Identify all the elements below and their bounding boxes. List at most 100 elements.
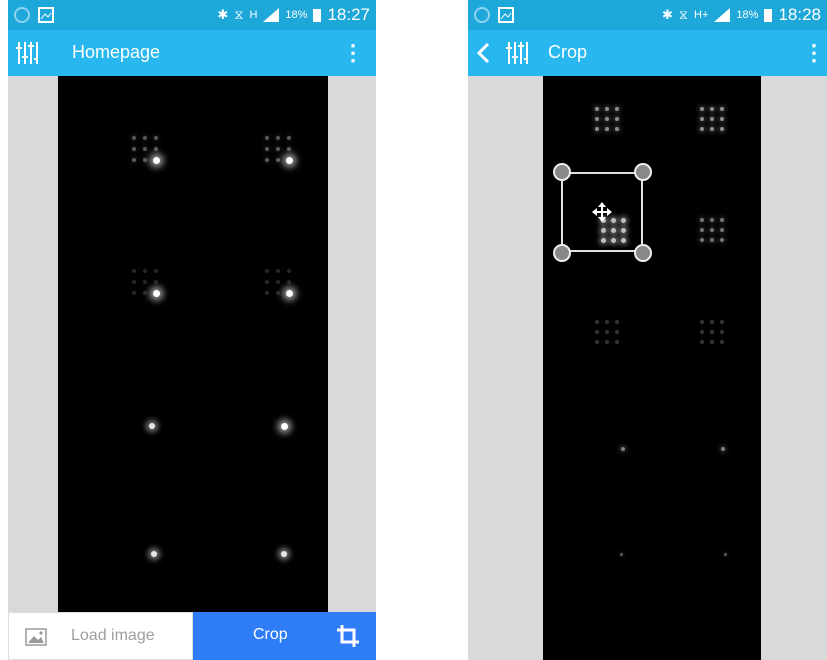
image-spot	[720, 117, 724, 121]
image-spot	[265, 269, 269, 273]
image-spot	[154, 147, 158, 151]
image-spot	[615, 340, 619, 344]
battery-icon	[313, 9, 322, 22]
battery-percent: 18%	[736, 9, 759, 21]
image-spot	[700, 107, 704, 111]
image-spot	[265, 136, 269, 140]
image-spot	[720, 340, 724, 344]
image-spot	[605, 320, 609, 324]
gallery-notification-icon	[498, 7, 514, 23]
image-spot	[700, 238, 704, 242]
image-spot	[152, 156, 160, 164]
network-type: H	[249, 9, 258, 21]
equalizer-icon[interactable]	[16, 41, 38, 65]
app-notification-icon	[474, 7, 490, 23]
image-spot	[276, 147, 280, 151]
image-spot	[154, 269, 158, 273]
image-spot	[710, 127, 714, 131]
image-spot	[143, 280, 147, 284]
gallery-notification-icon	[38, 7, 54, 23]
image-spot	[700, 127, 704, 131]
image-spot	[700, 117, 704, 121]
image-spot	[700, 218, 704, 222]
status-bar: ✱ ⧖ H+ 18% 18:28	[468, 0, 827, 30]
image-spot	[710, 330, 714, 334]
image-spot	[132, 158, 136, 162]
image-spot	[595, 340, 599, 344]
image-spot	[720, 127, 724, 131]
crop-screen: ✱ ⧖ H+ 18% 18:28 Crop ⋮	[468, 0, 827, 660]
image-spot	[132, 147, 136, 151]
crop-handle-bottom-left[interactable]	[553, 244, 571, 262]
status-bar: ✱ ⧖ H 18% 18:27	[8, 0, 376, 30]
image-spot	[280, 422, 288, 430]
image-viewer	[8, 76, 376, 660]
crop-button[interactable]: Crop	[193, 612, 376, 660]
image-spot	[619, 552, 623, 556]
more-vert-icon[interactable]: ⋮	[803, 40, 825, 66]
image-spot	[615, 320, 619, 324]
image-spot	[595, 107, 599, 111]
more-vert-icon[interactable]: ⋮	[342, 40, 364, 66]
image-spot	[700, 330, 704, 334]
image-spot	[285, 156, 293, 164]
image-spot	[700, 320, 704, 324]
image-spot	[605, 127, 609, 131]
image-spot	[721, 447, 725, 451]
image-spot	[287, 280, 291, 284]
image-spot	[710, 228, 714, 232]
image-spot	[276, 291, 280, 295]
image-spot	[154, 280, 158, 284]
signal-icon	[714, 8, 731, 22]
image-spot	[710, 107, 714, 111]
image-spot	[143, 269, 147, 273]
image-spot	[143, 147, 147, 151]
load-image-button[interactable]: Load image	[8, 612, 193, 660]
image-spot	[710, 218, 714, 222]
load-image-label: Load image	[71, 627, 155, 644]
image-spot	[720, 218, 724, 222]
image-spot	[276, 280, 280, 284]
app-toolbar: Crop ⋮	[468, 30, 827, 76]
bluetooth-icon: ✱	[217, 7, 229, 22]
image-spot	[287, 136, 291, 140]
crop-icon	[337, 625, 359, 647]
move-icon[interactable]	[592, 202, 612, 222]
image-spot	[132, 280, 136, 284]
image-spot	[710, 238, 714, 242]
image-spot	[132, 136, 136, 140]
loaded-image	[58, 76, 328, 660]
clock: 18:27	[327, 5, 370, 24]
app-toolbar: Homepage ⋮	[8, 30, 376, 76]
image-spot	[720, 330, 724, 334]
image-spot	[595, 127, 599, 131]
image-spot	[700, 340, 704, 344]
battery-percent: 18%	[285, 9, 308, 21]
equalizer-icon[interactable]	[506, 41, 528, 65]
image-spot	[154, 136, 158, 140]
image-spot	[265, 280, 269, 284]
image-spot	[605, 340, 609, 344]
image-spot	[287, 147, 291, 151]
image-icon	[25, 628, 47, 646]
image-spot	[595, 330, 599, 334]
homepage-screen: ✱ ⧖ H 18% 18:27 Homepage ⋮ Load image Cr…	[8, 0, 376, 660]
image-spot	[276, 136, 280, 140]
battery-icon	[764, 9, 773, 22]
image-spot	[615, 107, 619, 111]
mute-icon: ⧖	[678, 7, 689, 22]
mute-icon: ⧖	[234, 7, 244, 22]
bluetooth-icon: ✱	[662, 7, 673, 22]
image-spot	[605, 117, 609, 121]
crop-handle-top-left[interactable]	[553, 163, 571, 181]
image-spot	[621, 447, 625, 451]
image-spot	[143, 158, 147, 162]
crop-handle-top-right[interactable]	[634, 163, 652, 181]
crop-handle-bottom-right[interactable]	[634, 244, 652, 262]
image-viewer	[468, 76, 827, 660]
back-arrow-icon[interactable]	[476, 42, 490, 64]
image-spot	[720, 107, 724, 111]
clock: 18:28	[778, 5, 821, 24]
network-type: H+	[694, 9, 709, 21]
page-title: Homepage	[72, 42, 161, 62]
